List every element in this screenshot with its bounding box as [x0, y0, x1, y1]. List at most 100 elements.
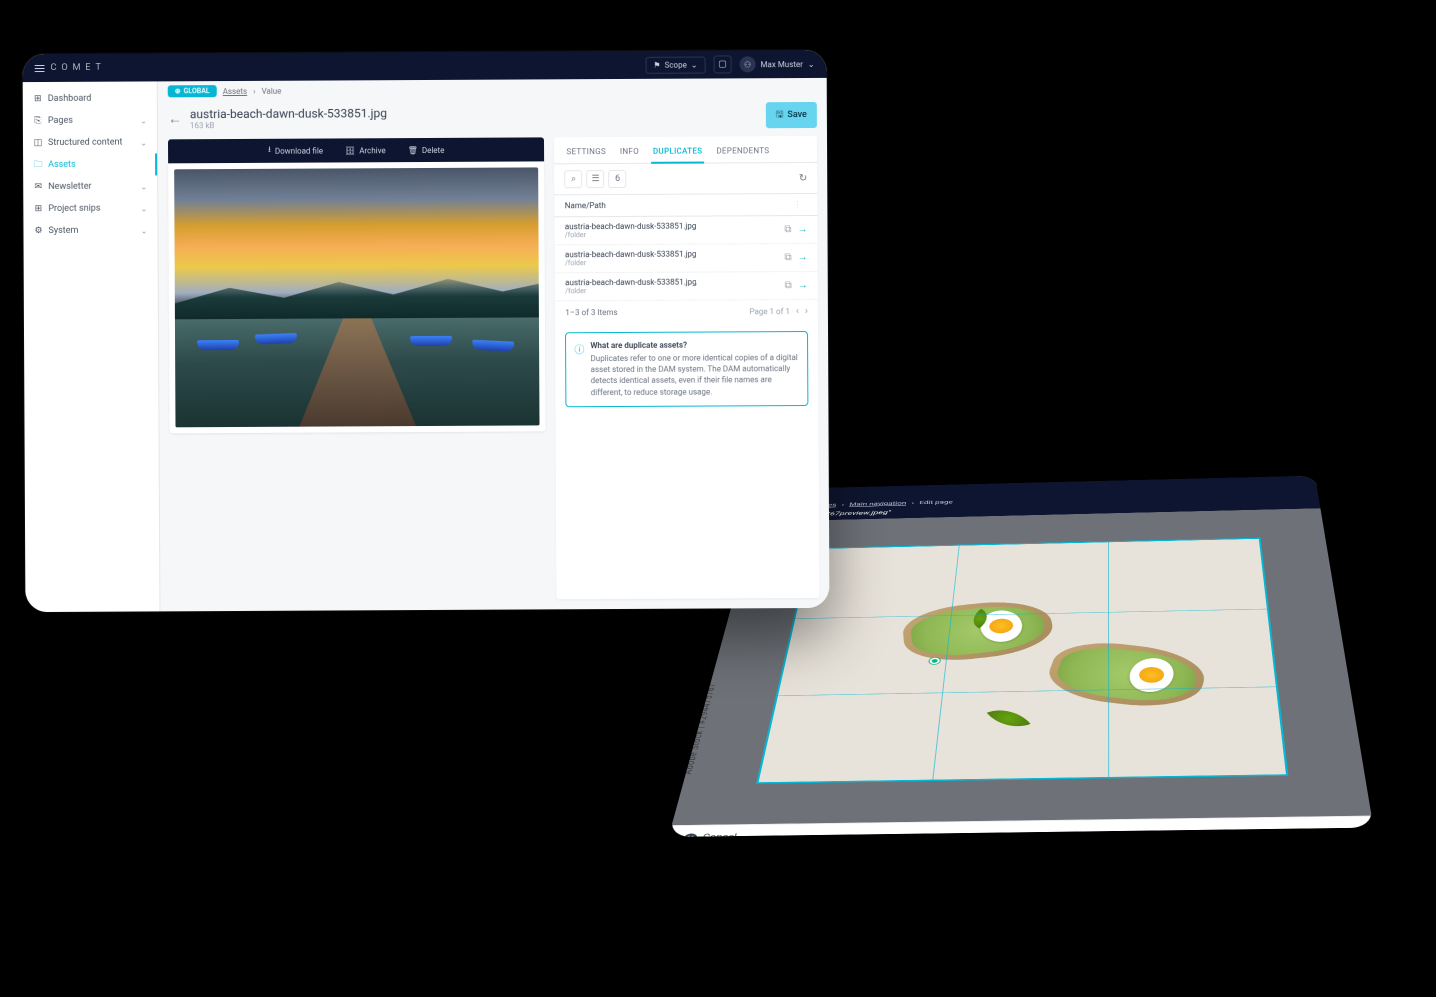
sidebar-item-newsletter[interactable]: ✉ Newsletter ⌄	[23, 175, 157, 198]
refresh-icon[interactable]: ↻	[799, 173, 807, 184]
sidebar-item-assets[interactable]: 🗀 Assets	[23, 153, 157, 176]
close-icon: ✕	[682, 833, 698, 837]
save-label: Save	[787, 110, 807, 120]
tab-duplicates[interactable]: DUPLICATES	[651, 143, 705, 164]
crop-grid-h2	[778, 687, 1276, 697]
topbar: COMET ⚑ Scope ⌄ ▢ ⚇ Max Muster ⌄	[23, 50, 827, 82]
sidebar-item-project-snips[interactable]: ⊞ Project snips ⌄	[23, 197, 157, 220]
sidebar: ⊞ Dashboard ⎘ Pages ⌄ ◫Structured content⌄ 🗀 As…	[23, 81, 161, 612]
page-subtitle: 163 kB	[190, 120, 387, 130]
preview-toolbar: ⭳Download file 🗄Archive 🗑Delete	[168, 137, 545, 163]
col-name[interactable]: Name/Path	[565, 200, 794, 210]
food-toast-2	[1040, 637, 1210, 712]
watermark: Adobe Stock | #294475767	[682, 683, 718, 774]
logo: COMET	[51, 63, 106, 73]
sidebar-label: Structured content	[48, 138, 122, 148]
back-crumb-mainnav[interactable]: Main navigation	[849, 501, 907, 507]
sidebar-icon: ⊞	[33, 94, 43, 104]
archive-button[interactable]: 🗄Archive	[345, 146, 386, 155]
download-button[interactable]: ⭳Download file	[268, 144, 323, 158]
page-title: austria-beach-dawn-dusk-533851.jpg	[190, 106, 387, 121]
sidebar-item-dashboard[interactable]: ⊞ Dashboard	[23, 87, 157, 110]
layout-icon[interactable]: ▢	[713, 55, 731, 73]
flag-icon: ⚑	[653, 60, 660, 69]
pager-next-icon[interactable]: ›	[805, 306, 808, 317]
sidebar-item-system[interactable]: ⚙System⌄	[23, 219, 157, 242]
cancel-button[interactable]: ✕ Cancel	[682, 832, 737, 836]
sidebar-icon: ⚙	[33, 226, 43, 236]
menu-icon[interactable]	[35, 64, 45, 71]
egg-yolk	[988, 617, 1014, 634]
chevron-down-icon: ⌄	[808, 59, 815, 68]
chevron-down-icon: ⌄	[141, 204, 148, 213]
info-box: ⓘ What are duplicate assets? Duplicates …	[565, 331, 808, 407]
focal-point-handle[interactable]	[929, 658, 940, 665]
scope-button[interactable]: ⚑ Scope ⌄	[645, 56, 705, 73]
info-body: Duplicates refer to one or more identica…	[591, 352, 800, 398]
sidebar-label: Project snips	[48, 204, 100, 214]
table-row[interactable]: austria-beach-dawn-dusk-533851.jpg/folde…	[555, 272, 818, 301]
sidebar-icon: ⎘	[33, 116, 43, 126]
table-row[interactable]: austria-beach-dawn-dusk-533851.jpg/folde…	[555, 216, 818, 245]
sidebar-label: Dashboard	[48, 94, 92, 104]
back-arrow-icon[interactable]: ←	[168, 110, 182, 127]
pager-count: 1–3 of 3 Items	[565, 308, 617, 317]
open-external-icon[interactable]: ⧉	[785, 280, 792, 291]
preview-image[interactable]	[174, 167, 540, 427]
archive-icon: 🗄	[345, 146, 355, 155]
arrow-right-icon[interactable]: →	[797, 224, 807, 235]
delete-icon: 🗑	[408, 146, 418, 155]
basil-leaf	[987, 703, 1031, 734]
crumb-assets[interactable]: Assets	[223, 86, 248, 95]
user-menu[interactable]: ⚇ Max Muster ⌄	[739, 56, 814, 72]
col-menu-icon[interactable]: ⋮	[793, 200, 807, 209]
sidebar-icon: ⊞	[33, 204, 43, 214]
topbar-right: ⚑ Scope ⌄ ▢ ⚇ Max Muster ⌄	[645, 55, 814, 74]
crop-frame[interactable]	[756, 538, 1288, 784]
crumb-sep: ›	[253, 86, 255, 95]
crumb-sep: ›	[911, 501, 914, 506]
cancel-label: Cancel	[702, 833, 738, 837]
sidebar-icon: 🗀	[33, 160, 43, 170]
chevron-down-icon: ⌄	[141, 182, 148, 191]
sidebar-item-pages[interactable]: ⎘ Pages ⌄	[23, 109, 157, 132]
pager-page: Page 1 of 1	[749, 307, 789, 316]
scope-pill[interactable]: ⊕GLOBAL	[168, 85, 217, 97]
filter-badge[interactable]: 6	[609, 170, 627, 188]
sidebar-icon: ✉	[33, 182, 43, 192]
table-row[interactable]: austria-beach-dawn-dusk-533851.jpg/folde…	[555, 244, 818, 273]
app-body: ⊞ Dashboard ⎘ Pages ⌄ ◫Structured content⌄ 🗀 As…	[23, 78, 830, 612]
open-external-icon[interactable]: ⧉	[784, 252, 791, 263]
user-name: Max Muster	[760, 60, 802, 69]
egg-yolk	[1137, 666, 1166, 684]
sidebar-label: Newsletter	[48, 182, 91, 192]
tab-dependents[interactable]: DEPENDENTS	[714, 142, 771, 162]
toolbar-left: ⌕ ☰ 6	[565, 170, 627, 188]
filter-icon[interactable]: ☰	[587, 170, 605, 188]
sidebar-label: Assets	[48, 160, 76, 170]
chevron-down-icon: ⌄	[140, 116, 147, 125]
open-external-icon[interactable]: ⧉	[784, 224, 791, 235]
pager-prev-icon[interactable]: ‹	[796, 306, 799, 317]
sidebar-label: System	[48, 226, 78, 236]
sidebar-item-structured-content[interactable]: ◫Structured content⌄	[23, 131, 157, 154]
preview-column: ⭳Download file 🗄Archive 🗑Delete	[168, 137, 547, 601]
crop-grid-v2	[1108, 542, 1109, 777]
sidebar-label: Pages	[48, 116, 73, 126]
panel-toolbar: ⌕ ☰ 6 ↻	[555, 163, 818, 195]
arrow-right-icon[interactable]: →	[798, 280, 808, 291]
save-button[interactable]: 🖫 Save	[766, 102, 817, 128]
tab-settings[interactable]: SETTINGS	[564, 143, 608, 163]
search-icon[interactable]: ⌕	[565, 170, 583, 188]
title-row: ← austria-beach-dawn-dusk-533851.jpg 163…	[158, 98, 827, 140]
info-icon: ⓘ	[574, 341, 584, 398]
arrow-right-icon[interactable]: →	[798, 252, 808, 263]
preview-image-frame	[168, 161, 546, 433]
tab-info[interactable]: INFO	[618, 143, 641, 163]
avocado-spread	[1050, 643, 1201, 706]
content-row: ⭳Download file 🗄Archive 🗑Delete	[158, 136, 829, 611]
tablet-front: COMET ⚑ Scope ⌄ ▢ ⚇ Max Muster ⌄ ⊞ Dashbo…	[23, 50, 830, 612]
delete-button[interactable]: 🗑Delete	[408, 145, 445, 154]
table-header: Name/Path ⋮	[555, 194, 818, 217]
side-panel: SETTINGS INFO DUPLICATES DEPENDENTS ⌕ ☰ 6 ↻…	[554, 136, 819, 599]
